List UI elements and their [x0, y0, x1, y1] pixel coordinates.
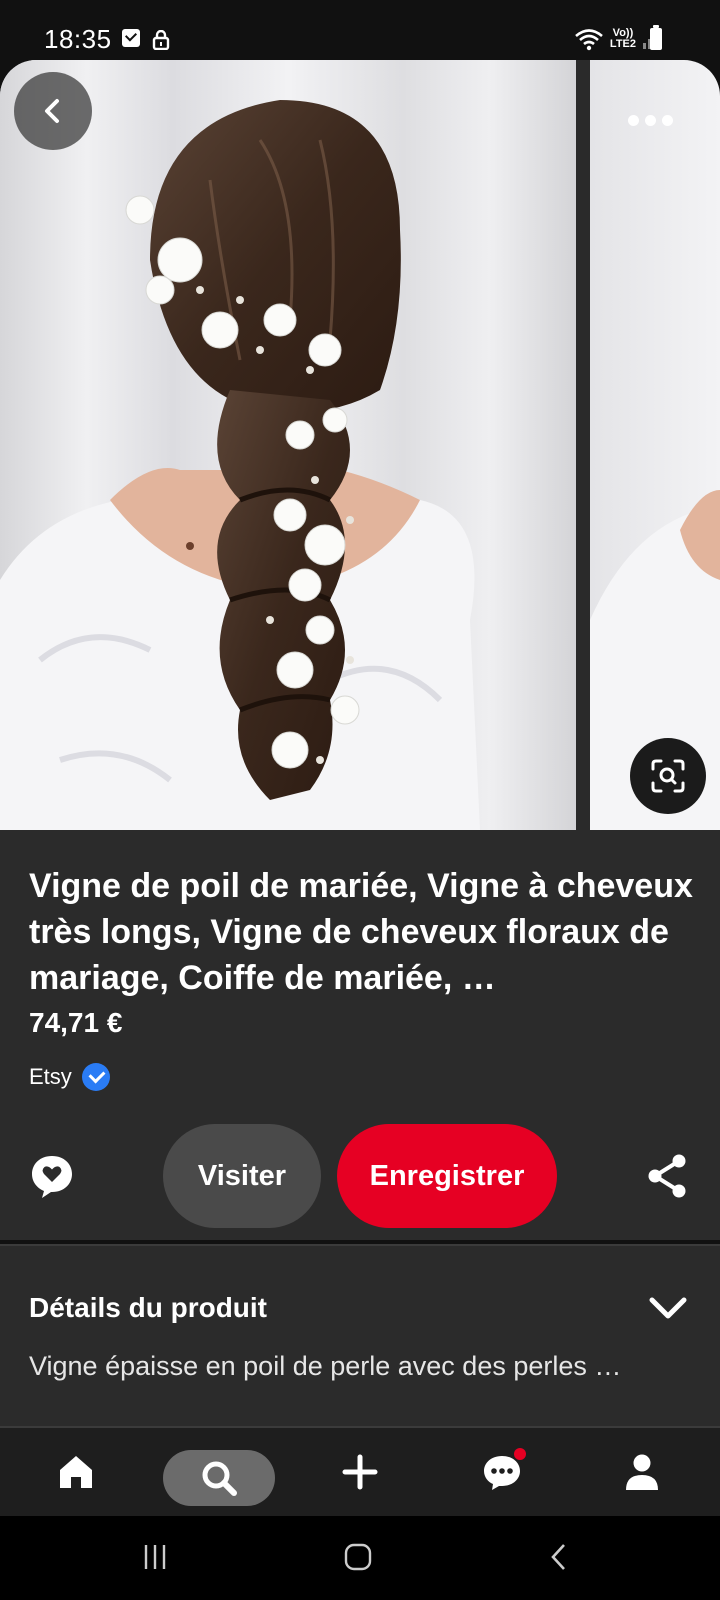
- pin-title: Vigne de poil de mariée, Vigne à cheveux…: [29, 867, 693, 997]
- wifi-icon: [575, 29, 603, 51]
- more-dot-icon: [661, 114, 673, 126]
- status-time: 18:35: [44, 24, 112, 54]
- lens-icon: [651, 759, 685, 793]
- nav-search[interactable]: [163, 1450, 275, 1506]
- pin-image[interactable]: [0, 60, 576, 830]
- carousel-divider: [576, 60, 590, 830]
- bridal-hair-illustration: [0, 60, 576, 830]
- more-dot-icon: [627, 114, 639, 126]
- network-type: Vo)) LTE2: [610, 28, 636, 50]
- more-options-button[interactable]: [620, 100, 680, 140]
- product-details-section[interactable]: Détails du produit Vigne épaisse en poil…: [0, 1246, 720, 1426]
- next-pin-preview[interactable]: [590, 60, 720, 830]
- chevron-left-icon: [45, 99, 59, 123]
- status-bar: 18:35 Vo)) LTE2: [0, 0, 720, 60]
- back-button[interactable]: [14, 72, 92, 150]
- battery-icon: [650, 25, 662, 50]
- more-dot-icon: [644, 114, 656, 126]
- lte-label: LTE2: [609, 38, 636, 50]
- search-icon: [202, 1461, 237, 1496]
- home-icon: [60, 1456, 92, 1488]
- comment-heart-button[interactable]: [28, 1152, 76, 1200]
- lock-icon: [152, 30, 170, 50]
- pin-image-carousel[interactable]: [0, 60, 720, 830]
- product-description: Vigne épaisse en poil de perle avec des …: [29, 1351, 622, 1381]
- product-details-heading: Détails du produit: [29, 1292, 267, 1323]
- price: 74,71 €: [29, 1007, 123, 1038]
- profile-icon: [626, 1454, 658, 1490]
- nav-create[interactable]: [324, 1428, 396, 1516]
- home-button[interactable]: [343, 1542, 373, 1572]
- pin-info-panel: Vigne de poil de mariée, Vigne à cheveux…: [0, 830, 720, 1240]
- visit-button[interactable]: Visiter: [163, 1124, 321, 1228]
- bottom-navigation: [0, 1428, 720, 1516]
- nav-messages[interactable]: [466, 1428, 538, 1516]
- merchant-name: Etsy: [29, 1064, 72, 1089]
- add-icon: [342, 1454, 378, 1490]
- notification-check-icon: [122, 29, 140, 47]
- recent-apps-button[interactable]: [140, 1542, 170, 1572]
- share-icon[interactable]: [646, 1152, 690, 1200]
- nav-home[interactable]: [40, 1428, 112, 1516]
- next-pin-image: [590, 490, 720, 830]
- system-navigation-bar: [0, 1516, 720, 1600]
- chevron-down-icon[interactable]: [646, 1290, 690, 1326]
- notification-dot: [514, 1448, 526, 1460]
- nav-profile[interactable]: [606, 1428, 678, 1516]
- verified-badge-icon: [81, 1063, 110, 1091]
- visual-search-button[interactable]: [630, 738, 706, 814]
- merchant-link[interactable]: Etsy: [29, 1063, 110, 1091]
- save-button[interactable]: Enregistrer: [337, 1124, 557, 1228]
- system-back-button[interactable]: [545, 1542, 575, 1572]
